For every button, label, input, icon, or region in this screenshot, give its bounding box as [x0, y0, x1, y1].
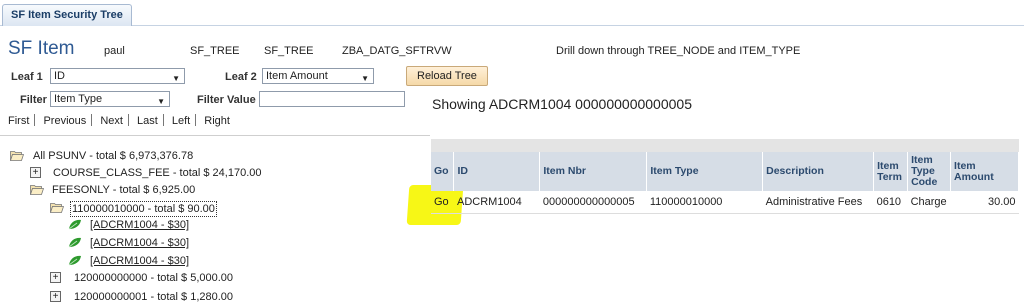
tab-bar: SF Item Security Tree: [0, 0, 1024, 26]
leaf1-select[interactable]: ID ▼: [50, 68, 185, 84]
left-link[interactable]: Left: [168, 115, 194, 127]
go-link[interactable]: Go: [431, 191, 454, 214]
leaf2-select-value: Item Amount: [266, 70, 328, 82]
tree-leaf[interactable]: [ADCRM1004 - $30]: [68, 236, 268, 250]
col-description: Description: [762, 152, 875, 191]
leaf2-select[interactable]: Item Amount ▼: [262, 68, 374, 84]
tree-node-110000010000[interactable]: 110000010000 - total $ 90.00: [50, 201, 310, 217]
filter-select[interactable]: Item Type ▼: [50, 91, 170, 107]
col-go: Go: [431, 152, 455, 191]
col-id: ID: [453, 152, 541, 191]
filter-value-label: Filter Value: [197, 94, 256, 106]
leaf-icon: [68, 219, 81, 230]
leaf1-select-value: ID: [54, 70, 65, 82]
tree-nav-links: First Previous Next Last Left Right: [4, 114, 234, 127]
filter-select-value: Item Type: [54, 93, 103, 105]
tree-name: SF_TREE: [190, 45, 240, 57]
cell-item-nbr: 000000000000005: [539, 191, 647, 214]
table-row: Go ADCRM1004 000000000000005 11000001000…: [431, 191, 1019, 214]
tree-node-feesonly[interactable]: FEESONLY - total $ 6,925.00: [30, 183, 290, 197]
detail-grid: Go ID Item Nbr Item Type Description Ite…: [431, 152, 1019, 214]
cell-item-type: 110000010000: [646, 191, 763, 214]
leaf-icon: [68, 237, 81, 248]
folder-open-icon: [10, 151, 24, 161]
folder-open-icon: [50, 203, 64, 213]
tree-node-120000000000[interactable]: + 120000000000 - total $ 5,000.00: [50, 271, 310, 285]
col-item-type: Item Type: [646, 152, 764, 191]
chevron-down-icon: ▼: [172, 74, 180, 83]
next-link[interactable]: Next: [96, 115, 127, 127]
divider: [0, 135, 430, 136]
tree-name-2: SF_TREE: [264, 45, 314, 57]
record-name: ZBA_DATG_SFTRVW: [342, 45, 452, 57]
showing-heading: Showing ADCRM1004 000000000000005: [432, 96, 692, 112]
cell-item-term: 0610: [873, 191, 908, 214]
header-note: Drill down through TREE_NODE and ITEM_TY…: [556, 45, 801, 57]
col-item-term: Item Term: [873, 152, 909, 191]
cell-id: ADCRM1004: [453, 191, 540, 214]
cell-item-type-code: Charge: [907, 191, 951, 214]
last-link[interactable]: Last: [133, 115, 162, 127]
folder-open-icon: [30, 185, 44, 195]
first-link[interactable]: First: [4, 115, 33, 127]
user-name: paul: [104, 45, 125, 57]
chevron-down-icon: ▼: [157, 97, 165, 106]
cell-description: Administrative Fees: [762, 191, 874, 214]
tree-node-course-class-fee[interactable]: + COURSE_CLASS_FEE - total $ 24,170.00: [30, 166, 290, 180]
tree-node-120000000001[interactable]: + 120000000001 - total $ 1,280.00: [50, 290, 310, 304]
expand-plus-icon[interactable]: +: [50, 291, 61, 302]
previous-link[interactable]: Previous: [39, 115, 90, 127]
chevron-down-icon: ▼: [361, 74, 369, 83]
leaf1-label: Leaf 1: [11, 71, 43, 83]
filter-label: Filter: [20, 94, 47, 106]
tree-leaf[interactable]: [ADCRM1004 - $30]: [68, 218, 268, 232]
tree-leaf[interactable]: [ADCRM1004 - $30]: [68, 254, 268, 268]
col-item-nbr: Item Nbr: [539, 152, 648, 191]
reload-tree-button[interactable]: Reload Tree: [406, 66, 488, 86]
cell-item-amount: 30.00: [950, 191, 1019, 214]
col-item-amount: Item Amount: [950, 152, 1019, 191]
tree-node-root[interactable]: All PSUNV - total $ 6,973,376.78: [10, 149, 270, 163]
grid-header-band: [431, 139, 1019, 152]
expand-plus-icon[interactable]: +: [30, 167, 41, 178]
right-link[interactable]: Right: [200, 115, 234, 127]
leaf2-label: Leaf 2: [225, 71, 257, 83]
expand-plus-icon[interactable]: +: [50, 272, 61, 283]
filter-value-input[interactable]: [259, 91, 405, 107]
page-title: SF Item: [8, 38, 75, 59]
col-item-type-code: Item Type Code: [907, 152, 952, 191]
tab-sf-item-security-tree[interactable]: SF Item Security Tree: [2, 4, 132, 26]
leaf-icon: [68, 255, 81, 266]
